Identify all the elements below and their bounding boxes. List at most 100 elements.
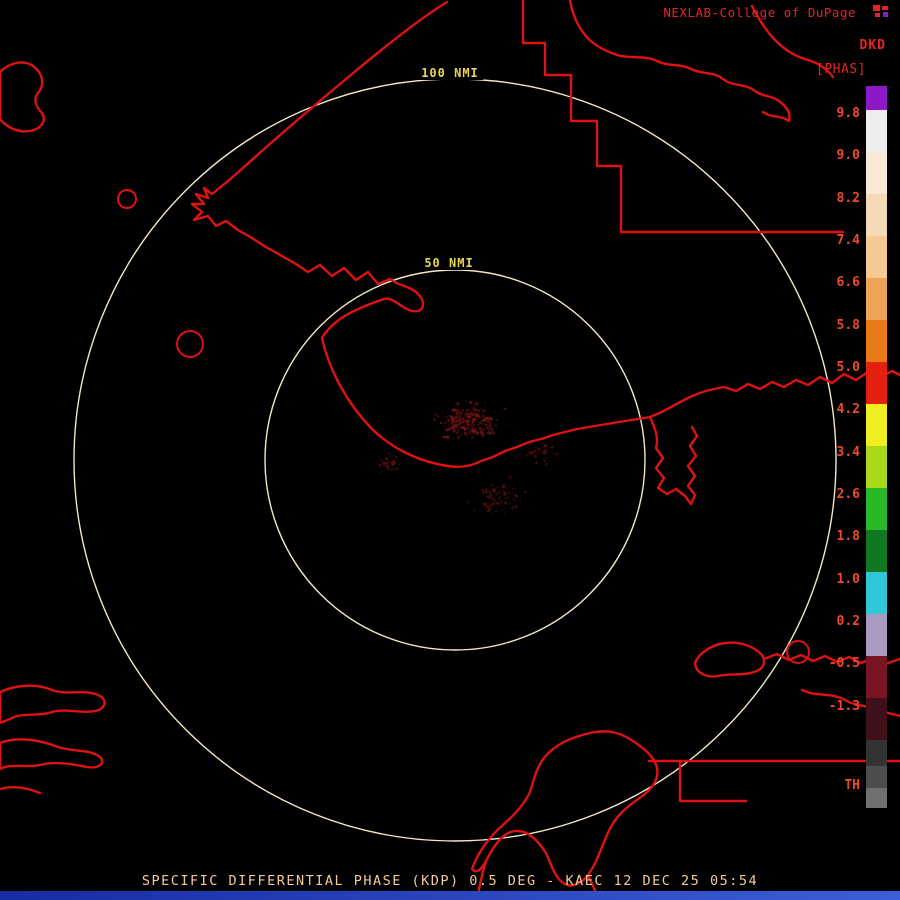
radar-speckle — [479, 421, 481, 424]
radar-speckle — [507, 491, 511, 495]
radar-speckle — [505, 493, 508, 495]
radar-speckle — [512, 488, 514, 491]
radar-speckle — [433, 418, 437, 422]
map-outline-mid-coast — [294, 262, 900, 468]
radar-speckle — [458, 414, 461, 416]
radar-speckle — [464, 432, 468, 436]
radar-speckle — [378, 463, 382, 467]
map-outline-se-lake — [693, 641, 766, 678]
colorbar-tick: 9.8 — [836, 106, 860, 121]
radar-speckle — [487, 501, 489, 504]
radar-speckle — [490, 513, 493, 515]
colorbar-tick: 5.0 — [836, 360, 860, 375]
colorbar-tick: 9.0 — [836, 148, 860, 163]
radar-speckle — [550, 440, 554, 443]
radar-speckle — [461, 420, 464, 422]
radar-speckle — [456, 408, 459, 411]
radar-speckle — [457, 415, 459, 417]
radar-speckle — [383, 462, 388, 466]
colorbar-band — [866, 740, 887, 766]
radar-speckle — [529, 452, 531, 454]
radar-speckle — [512, 506, 514, 508]
radar-speckle — [521, 455, 524, 458]
colorbar-band — [866, 788, 887, 808]
map-outline-county-steps-n — [521, 0, 845, 234]
radar-speckle — [481, 423, 484, 425]
map-lake-circle — [117, 189, 137, 209]
radar-speckle — [456, 423, 459, 427]
radar-speckle — [500, 500, 503, 503]
radar-speckle — [501, 509, 503, 511]
radar-speckle — [457, 429, 460, 432]
radar-speckle — [496, 494, 498, 496]
radar-speckle — [490, 507, 493, 510]
radar-speckle — [460, 412, 463, 415]
radar-speckle — [469, 429, 471, 431]
radar-speckle — [496, 486, 499, 488]
colorbar-band — [866, 656, 887, 698]
radar-speckle — [380, 459, 383, 462]
radar-speckle — [498, 502, 501, 505]
radar-speckle — [491, 483, 494, 486]
colorbar-band — [866, 194, 887, 236]
map-outline-inlet — [648, 415, 699, 506]
colorbar-tick: 0.2 — [836, 614, 860, 629]
radar-speckle — [523, 507, 525, 509]
radar-speckle — [526, 456, 528, 458]
radar-speckle — [496, 501, 499, 505]
colorbar-band — [866, 446, 887, 488]
colorbar-band — [866, 110, 887, 152]
radar-speckle — [512, 492, 514, 494]
radar-speckle — [506, 496, 510, 499]
colorbar-tick: 1.8 — [836, 529, 860, 544]
radar-speckle — [530, 451, 534, 456]
radar-speckle — [391, 467, 395, 471]
colorbar-tick: 1.0 — [836, 572, 860, 587]
radar-speckle — [463, 420, 465, 422]
radar-speckle — [387, 452, 391, 455]
radar-speckle — [481, 421, 483, 423]
radar-speckle — [452, 414, 455, 417]
radar-speckle — [486, 505, 490, 509]
radar-speckle — [429, 419, 431, 421]
map-lake-circle — [786, 640, 810, 664]
radar-speckle — [471, 427, 474, 430]
radar-speckle — [489, 493, 493, 496]
radar-speckle — [467, 500, 470, 503]
radar-speckle — [488, 428, 490, 431]
colorbar-tick: TH — [844, 778, 860, 793]
radar-speckle — [456, 438, 459, 440]
radar-speckle — [461, 409, 464, 412]
radar-speckle — [475, 408, 477, 411]
radar-speckle — [463, 429, 466, 432]
radar-speckle — [469, 432, 472, 435]
colorbar-tick: 6.6 — [836, 275, 860, 290]
radar-speckle — [473, 432, 475, 435]
radar-speckle — [502, 500, 504, 502]
radar-speckle — [546, 438, 548, 440]
radar-speckle — [473, 510, 476, 512]
radar-speckle — [394, 455, 398, 459]
radar-speckle — [504, 496, 507, 499]
radar-speckle — [490, 425, 493, 428]
radar-speckle — [470, 429, 474, 432]
radar-speckle — [450, 421, 453, 424]
colorbar-tick: -1.3 — [828, 699, 860, 714]
radar-speckle — [439, 421, 442, 425]
radar-speckle — [479, 431, 484, 435]
colorbar-band — [866, 236, 887, 278]
radar-speckle — [537, 453, 539, 455]
radar-speckle — [375, 462, 377, 465]
radar-speckle — [453, 407, 457, 410]
radar-speckle — [382, 463, 385, 466]
radar-speckle — [471, 419, 475, 423]
colorbar-band — [866, 278, 887, 320]
radar-speckle — [472, 408, 474, 410]
radar-speckle — [544, 463, 548, 466]
radar-speckle — [474, 412, 476, 414]
radar-speckle — [455, 416, 458, 419]
radar-speckle — [527, 511, 529, 513]
radar-speckle — [481, 408, 483, 411]
radar-speckle — [483, 502, 487, 506]
radar-speckle — [443, 425, 445, 428]
